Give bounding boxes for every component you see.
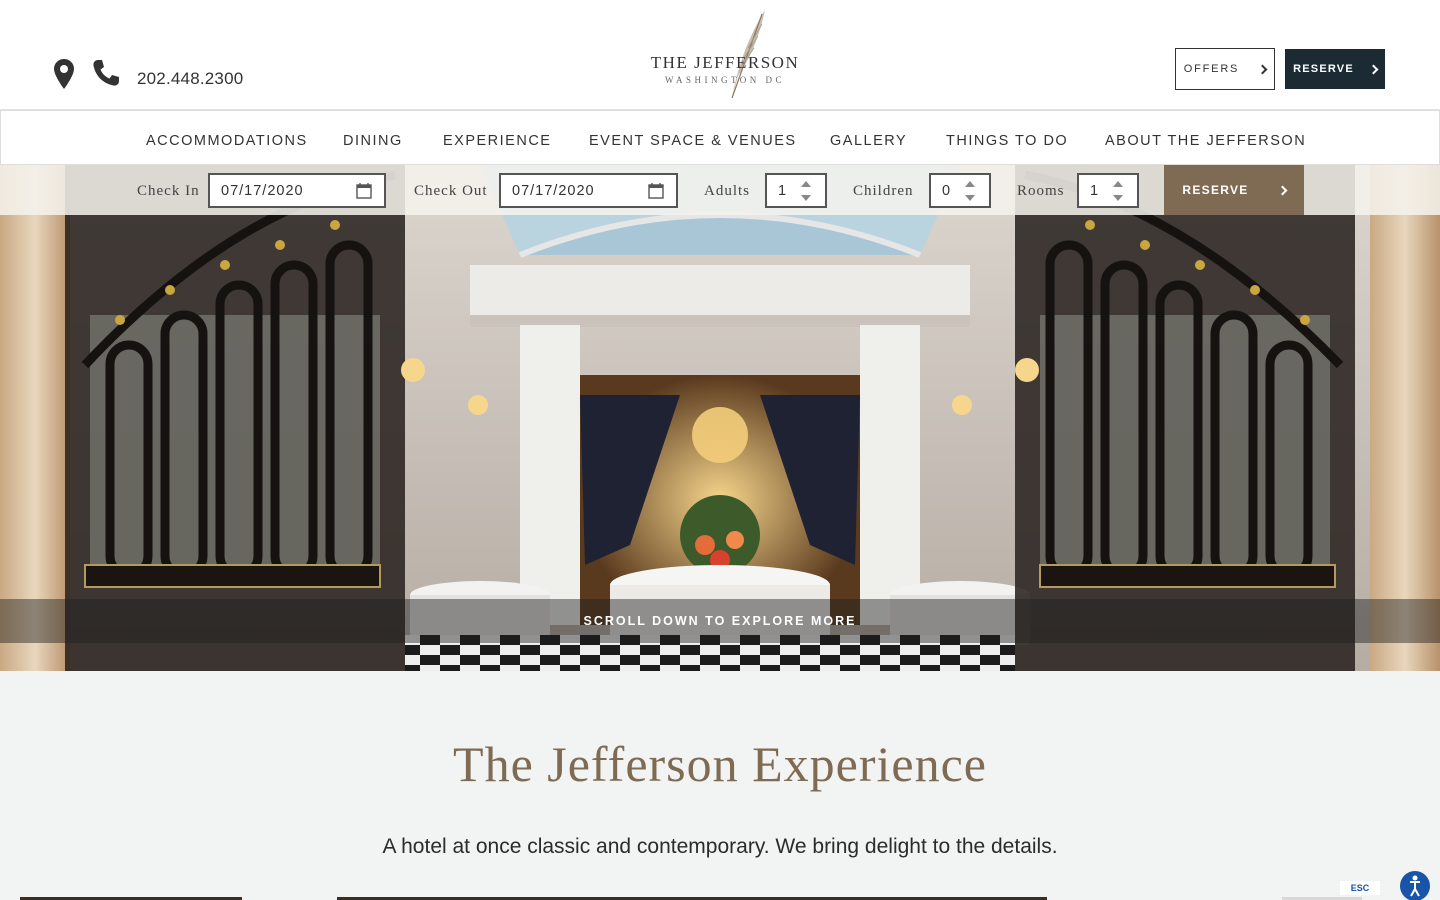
adults-value: 1 <box>778 182 787 199</box>
children-value: 0 <box>942 182 951 199</box>
check-out-value: 07/17/2020 <box>512 182 595 199</box>
rooms-label: Rooms <box>1017 183 1065 199</box>
nav-item-experience[interactable]: EXPERIENCE <box>443 133 551 149</box>
phone-number[interactable]: 202.448.2300 <box>137 69 243 89</box>
nav-item-gallery[interactable]: GALLERY <box>830 133 907 149</box>
map-pin-icon[interactable] <box>54 59 74 89</box>
hero-illustration <box>0 165 1440 671</box>
nav-item-accommodations[interactable]: ACCOMMODATIONS <box>146 133 308 149</box>
adults-stepper[interactable]: 1 <box>765 173 827 208</box>
chevron-right-icon <box>1257 64 1268 74</box>
nav-item-things-to-do[interactable]: THINGS TO DO <box>946 133 1068 149</box>
offers-label: OFFERS <box>1183 63 1240 75</box>
spinner-arrows-icon[interactable] <box>1113 179 1123 203</box>
chevron-right-icon <box>1368 64 1379 74</box>
check-in-input[interactable]: 07/17/2020 <box>208 173 386 208</box>
offers-button[interactable]: OFFERS <box>1175 48 1275 90</box>
site-header: 202.448.2300 THE JEFFERSON WASHINGTON DC… <box>0 0 1440 110</box>
phone-icon[interactable] <box>92 59 120 87</box>
check-in-label: Check In <box>137 183 200 199</box>
check-out-label: Check Out <box>414 183 488 199</box>
check-in-value: 07/17/2020 <box>221 182 304 199</box>
nav-item-about[interactable]: ABOUT THE JEFFERSON <box>1105 133 1306 149</box>
logo-city: WASHINGTON DC <box>664 75 786 85</box>
reserve-label: RESERVE <box>1293 63 1354 75</box>
scroll-prompt-text: SCROLL DOWN TO EXPLORE MORE <box>583 614 857 628</box>
booking-reserve-label: RESERVE <box>1182 183 1249 197</box>
scroll-prompt[interactable]: SCROLL DOWN TO EXPLORE MORE <box>0 599 1440 643</box>
spinner-arrows-icon[interactable] <box>801 179 811 203</box>
rooms-value: 1 <box>1090 182 1099 199</box>
reserve-button[interactable]: RESERVE <box>1285 49 1385 89</box>
hero-image <box>0 165 1440 671</box>
calendar-icon[interactable] <box>648 183 664 199</box>
section-description: A hotel at once classic and contemporary… <box>382 835 1058 858</box>
main-nav: ACCOMMODATIONS DINING EXPERIENCE EVENT S… <box>0 110 1440 165</box>
children-stepper[interactable]: 0 <box>929 173 991 208</box>
accessibility-button[interactable] <box>1400 871 1430 900</box>
children-label: Children <box>853 183 914 199</box>
adults-label: Adults <box>704 183 751 199</box>
nav-item-event-space[interactable]: EVENT SPACE & VENUES <box>589 133 797 149</box>
section-title: The Jefferson Experience <box>453 736 987 792</box>
spinner-arrows-icon[interactable] <box>965 179 975 203</box>
calendar-icon[interactable] <box>356 183 372 199</box>
nav-item-dining[interactable]: DINING <box>343 133 403 149</box>
site-logo[interactable]: THE JEFFERSON WASHINGTON DC <box>640 8 810 100</box>
chevron-right-icon <box>1277 185 1288 195</box>
check-out-input[interactable]: 07/17/2020 <box>499 173 678 208</box>
esc-badge[interactable]: ESC <box>1340 881 1380 895</box>
logo-name: THE JEFFERSON <box>650 53 800 72</box>
booking-reserve-button[interactable]: RESERVE <box>1164 165 1304 215</box>
intro-section: The Jefferson Experience A hotel at once… <box>0 671 1440 900</box>
accessibility-icon <box>1410 875 1420 897</box>
rooms-stepper[interactable]: 1 <box>1077 173 1139 208</box>
